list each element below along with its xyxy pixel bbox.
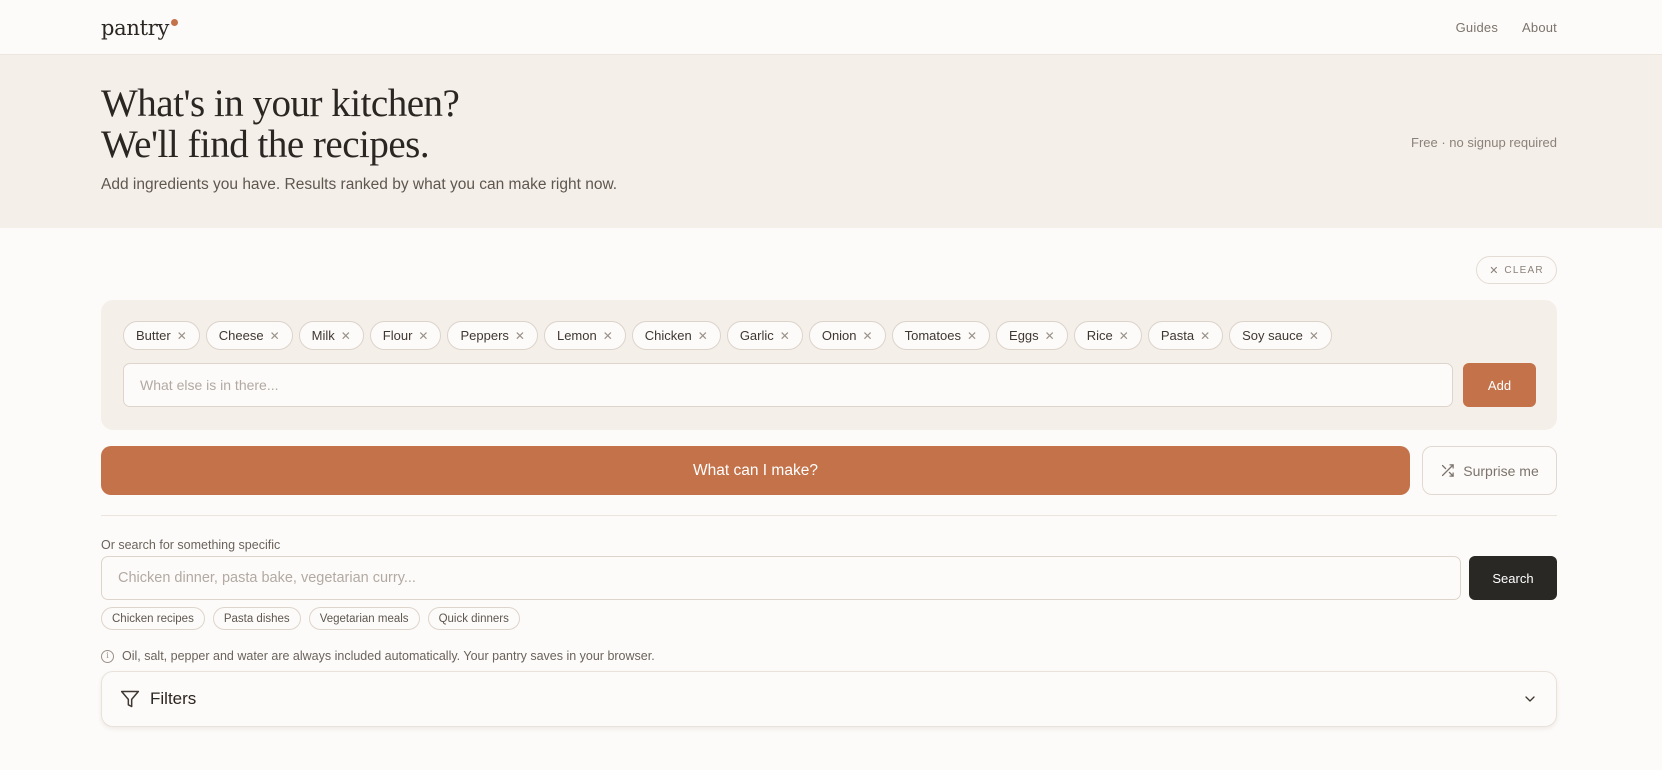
- remove-icon[interactable]: ✕: [863, 329, 873, 343]
- ingredient-chips: Butter ✕ Cheese ✕ Milk ✕ Flour ✕ Peppers ✕ Le…: [123, 321, 1332, 350]
- ingredients-panel: Butter ✕ Cheese ✕ Milk ✕ Flour ✕ Peppers ✕ Le…: [101, 300, 1557, 430]
- shuffle-icon: [1440, 463, 1455, 478]
- add-button[interactable]: Add: [1463, 363, 1536, 407]
- ingredient-chip: Onion ✕: [808, 321, 886, 350]
- remove-icon[interactable]: ✕: [1309, 329, 1319, 343]
- info-icon: i: [101, 649, 114, 663]
- remove-icon[interactable]: ✕: [603, 329, 613, 343]
- chip-label: Rice: [1086, 328, 1113, 343]
- chip-label: Butter: [136, 328, 171, 343]
- page-title: What's in your kitchen? We'll find the r…: [101, 82, 460, 166]
- nav-link-about[interactable]: About: [1522, 20, 1557, 35]
- nav-link-guides[interactable]: Guides: [1456, 20, 1498, 35]
- ingredient-chip: Chicken ✕: [631, 321, 721, 350]
- suggestion-chip[interactable]: Pasta dishes: [212, 607, 301, 630]
- remove-icon[interactable]: ✕: [1045, 329, 1055, 343]
- search-input[interactable]: [101, 556, 1461, 600]
- remove-icon[interactable]: ✕: [177, 329, 187, 343]
- chip-label: Milk: [311, 328, 335, 343]
- hero: What's in your kitchen? We'll find the r…: [0, 55, 1662, 228]
- what-can-i-make-button[interactable]: What can I make?: [101, 446, 1410, 495]
- remove-icon[interactable]: ✕: [418, 329, 428, 343]
- main-content: ✕ CLEAR Butter ✕ Cheese ✕ Milk ✕ Flour ✕ Pep…: [0, 228, 1662, 770]
- ingredient-chip: Pasta ✕: [1147, 321, 1224, 350]
- ingredient-input[interactable]: [123, 363, 1453, 407]
- info-note-text: Oil, salt, pepper and water are always i…: [122, 649, 655, 663]
- top-nav: pantry Guides About: [0, 0, 1662, 55]
- ingredient-chip: Garlic ✕: [726, 321, 803, 350]
- chip-label: Peppers: [460, 328, 509, 343]
- search-button[interactable]: Search: [1469, 556, 1557, 600]
- chip-label: Eggs: [1009, 328, 1039, 343]
- surprise-label: Surprise me: [1463, 462, 1539, 479]
- hero-side-note: Free · no signup required: [1411, 135, 1557, 150]
- suggestion-chip[interactable]: Vegetarian meals: [308, 607, 420, 630]
- chip-label: Lemon: [556, 328, 597, 343]
- chip-label: Chicken: [644, 328, 692, 343]
- remove-icon[interactable]: ✕: [341, 329, 351, 343]
- remove-icon[interactable]: ✕: [270, 329, 280, 343]
- info-note: i Oil, salt, pepper and water are always…: [101, 649, 655, 663]
- hero-subtitle: Add ingredients you have. Results ranked…: [101, 176, 618, 193]
- logo-text: pantry: [101, 15, 170, 40]
- chip-label: Cheese: [218, 328, 264, 343]
- ingredient-chip: Rice ✕: [1073, 321, 1142, 350]
- clear-button[interactable]: ✕ CLEAR: [1476, 256, 1557, 284]
- ingredient-chip: Soy sauce ✕: [1229, 321, 1332, 350]
- ingredient-chip: Peppers ✕: [447, 321, 538, 350]
- surprise-me-button[interactable]: Surprise me: [1422, 446, 1557, 495]
- chip-label: Onion: [821, 328, 857, 343]
- chip-label: Flour: [382, 328, 413, 343]
- nav-links: Guides About: [1456, 20, 1557, 35]
- search-label: Or search for something specific: [101, 538, 281, 552]
- suggestion-chip[interactable]: Chicken recipes: [101, 607, 205, 630]
- logo-dot-icon: [171, 18, 179, 26]
- title-line-1: What's in your kitchen?: [101, 82, 460, 125]
- ingredient-chip: Milk ✕: [298, 321, 364, 350]
- search-suggestions: Chicken recipes Pasta dishes Vegetarian …: [101, 607, 520, 630]
- chip-label: Soy sauce: [1242, 328, 1303, 343]
- remove-icon[interactable]: ✕: [780, 329, 790, 343]
- suggestion-chip[interactable]: Quick dinners: [427, 607, 520, 630]
- remove-icon[interactable]: ✕: [515, 329, 525, 343]
- ingredient-chip: Butter ✕: [123, 321, 200, 350]
- chip-label: Garlic: [739, 328, 774, 343]
- clear-label: CLEAR: [1504, 264, 1544, 276]
- ingredient-chip: Eggs ✕: [996, 321, 1068, 350]
- remove-icon[interactable]: ✕: [698, 329, 708, 343]
- close-icon: ✕: [1489, 264, 1499, 277]
- filters-label: Filters: [150, 689, 197, 708]
- chip-label: Tomatoes: [904, 328, 961, 343]
- ingredient-chip: Flour ✕: [369, 321, 442, 350]
- ingredient-chip: Tomatoes ✕: [891, 321, 991, 350]
- divider: [101, 515, 1557, 516]
- remove-icon[interactable]: ✕: [1119, 329, 1129, 343]
- ingredient-chip: Lemon ✕: [543, 321, 626, 350]
- remove-icon[interactable]: ✕: [1200, 329, 1210, 343]
- chevron-down-icon: [1522, 691, 1538, 707]
- filter-icon: [120, 689, 140, 709]
- chip-label: Pasta: [1160, 328, 1195, 343]
- filters-toggle[interactable]: Filters: [101, 671, 1557, 727]
- logo[interactable]: pantry: [101, 15, 179, 40]
- remove-icon[interactable]: ✕: [967, 329, 977, 343]
- ingredient-chip: Cheese ✕: [205, 321, 293, 350]
- title-line-2: We'll find the recipes.: [101, 123, 430, 166]
